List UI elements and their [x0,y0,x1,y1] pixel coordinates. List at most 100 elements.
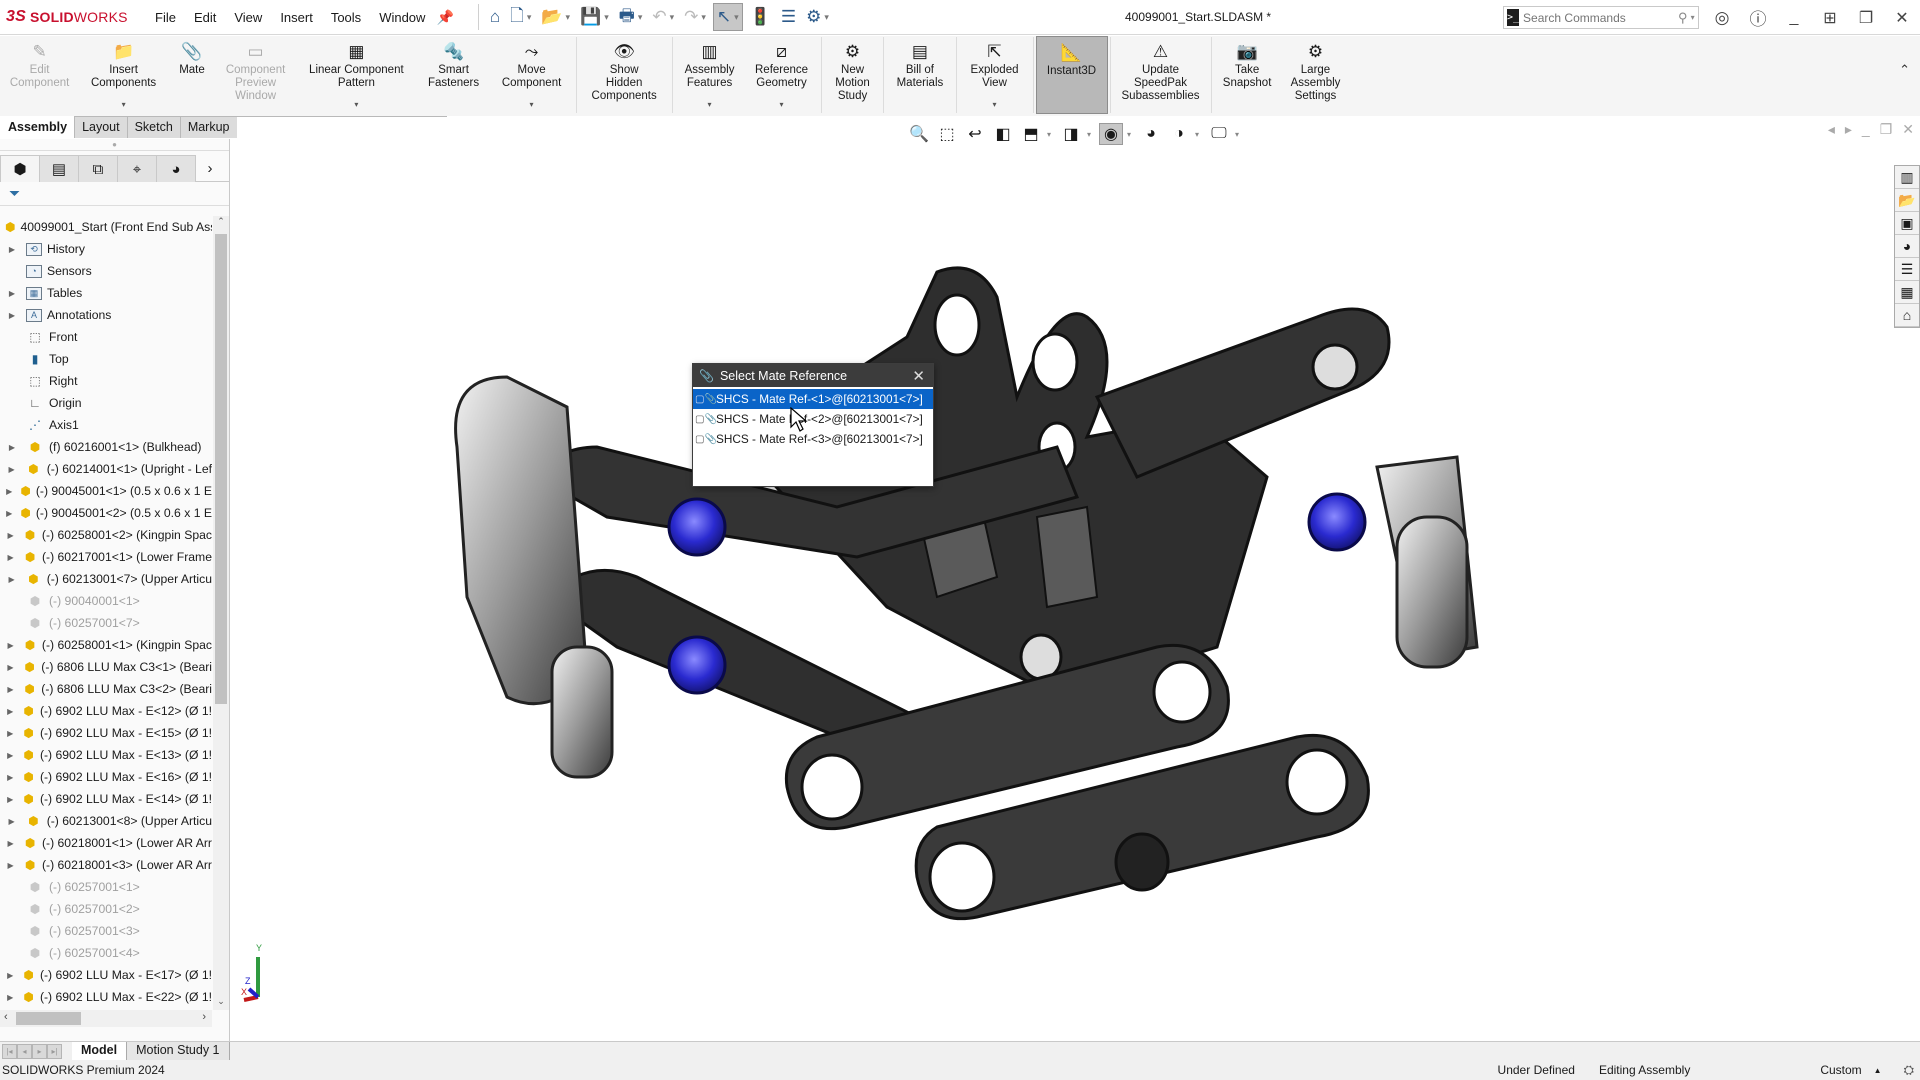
zoom-to-area-icon[interactable]: ⬚ [935,123,959,145]
help-icon[interactable]: ⓘ [1740,5,1776,30]
graphics-area[interactable]: 🔍 ⬚ ↩ ◧ ⬒ ▾ ◨ ▾ ◉ ▾ ◕ ◑ ▾ 🖵 ▾ ◂ ▸ _ ❐ ✕ ▥ 📂 ▣ ◕ ☰ ▦ ⌂ [237,117,1920,1041]
scroll-down-icon[interactable]: ⌄ [213,996,229,1010]
save-button[interactable]: 💾 ▾ [577,3,612,31]
edit-appearance-icon[interactable]: ◕ [1139,123,1163,145]
tree-item[interactable]: ⬢ (-) 60257001<3> [0,920,212,942]
previous-view-icon[interactable]: ↩ [963,123,987,145]
undo-button[interactable]: ↶ ▾ [649,3,677,31]
unit-system-dropdown-icon[interactable]: ▲ [1874,1066,1882,1075]
dropdown-arrow-icon[interactable]: ▾ [1195,130,1203,139]
linear-component-pattern-button[interactable]: ▦ Linear Component Pattern ▾ [295,36,417,114]
dropdown-arrow-icon[interactable]: ▾ [670,12,675,23]
tree-item[interactable]: ▶ ⬢ (-) 60214001<1> (Upright - Lef [0,458,212,480]
expand-arrow-icon[interactable]: ▶ [6,663,15,672]
file-explorer-icon[interactable]: ▣ [1895,212,1919,235]
smart-fasteners-button[interactable]: 🔩 Smart Fasteners [418,36,490,114]
tree-item[interactable]: ⬢ (-) 90040001<1> [0,590,212,612]
tree-item[interactable]: ▶ ⬢ (-) 6902 LLU Max - E<14> (Ø 1! [0,788,212,810]
tree-item[interactable]: ⬢ (-) 60257001<1> [0,876,212,898]
expand-arrow-icon[interactable]: ▶ [6,861,15,870]
panel-grip[interactable]: ● [0,139,229,151]
show-hidden-components-button[interactable]: 👁 Show Hidden Components [579,36,670,114]
dropdown-arrow-icon[interactable]: ▾ [638,12,643,23]
tree-item[interactable]: ▶ ⬢ (-) 6902 LLU Max - E<16> (Ø 1! [0,766,212,788]
scroll-thumb[interactable] [215,234,227,704]
exploded-view-button[interactable]: ⇱ Exploded View ▾ [959,36,1031,114]
tree-item[interactable]: ▶ ▦ Tables [0,282,212,304]
edit-component-button[interactable]: ✎ Edit Component [0,36,79,114]
expand-arrow-icon[interactable]: ▶ [6,993,14,1002]
tree-item[interactable]: ▶ ⬢ (-) 6902 LLU Max - E<17> (Ø 1! [0,964,212,986]
tree-item[interactable]: ▶ ⬢ (-) 60213001<8> (Upper Articu [0,810,212,832]
large-assembly-settings-button[interactable]: ⚙ Large Assembly Settings [1281,36,1351,114]
design-library-icon[interactable]: 📂 [1895,189,1919,212]
expand-arrow-icon[interactable]: ▶ [6,575,17,584]
dropdown-arrow-icon[interactable]: ▾ [1087,130,1095,139]
tree-item[interactable]: ⋰ Axis1 [0,414,212,436]
assembly-features-button[interactable]: ▥ Assembly Features ▾ [675,36,745,114]
pin-menu-icon[interactable]: 📌 [436,9,453,26]
unit-system[interactable]: Custom [1820,1063,1861,1077]
expand-arrow-icon[interactable]: ▶ [6,817,17,826]
displaymanager-tab[interactable]: ◕ [156,155,196,182]
prev-tab-icon[interactable]: ◂ [17,1043,32,1059]
bill-of-materials-button[interactable]: ▤ Bill of Materials [886,36,953,114]
minimize-button[interactable]: _ [1776,9,1812,27]
tree-item[interactable]: ⬚ Right [0,370,212,392]
last-tab-icon[interactable]: ▸| [47,1043,62,1059]
menu-view[interactable]: View [225,0,271,35]
tree-item[interactable]: ▶ ⬢ (-) 6902 LLU Max - E<13> (Ø 1! [0,744,212,766]
tree-item[interactable]: ▶ ⬢ (-) 6806 LLU Max C3<2> (Beari [0,678,212,700]
redo-button[interactable]: ↷ ▾ [681,3,709,31]
expand-arrow-icon[interactable]: ▶ [6,465,17,474]
dropdown-arrow-icon[interactable]: ▾ [354,98,358,114]
instant3d-button[interactable]: 📐 Instant3D [1035,36,1108,114]
tree-item[interactable]: ▶ ⬢ (-) 90045001<1> (0.5 x 0.6 x 1 E [0,480,212,502]
tile-windows-button[interactable]: ⊞ [1812,8,1848,28]
assembly-model-render[interactable] [437,177,1557,997]
dropdown-arrow-icon[interactable]: ▾ [527,12,532,23]
next-pane-icon[interactable]: ▸ [1845,121,1852,138]
mate-reference-item[interactable]: ▢📎 SHCS - Mate Ref-<3>@[60213001<7>] [693,429,933,449]
options-button[interactable]: ⚙ ▾ [803,3,832,31]
tree-item[interactable]: ⬚ Front [0,326,212,348]
dropdown-arrow-icon[interactable]: ▾ [780,98,784,114]
dropdown-arrow-icon[interactable]: ▾ [734,12,739,23]
next-tab-icon[interactable]: ▸ [32,1043,47,1059]
first-tab-icon[interactable]: |◂ [2,1043,17,1059]
expand-arrow-icon[interactable]: ▶ [6,311,18,320]
new-document-button[interactable]: 🗋 ▾ [507,3,534,31]
previous-pane-icon[interactable]: ◂ [1828,121,1835,138]
tree-item[interactable]: ⬢ (-) 60257001<7> [0,612,212,634]
tab-motion-study-1[interactable]: Motion Study 1 [127,1042,230,1060]
tree-item[interactable]: ▶ ⬢ (-) 60218001<1> (Lower AR Arr [0,832,212,854]
tree-item[interactable]: ▶ ⬢ (-) 6902 LLU Max - E<15> (Ø 1! [0,722,212,744]
expand-arrow-icon[interactable]: ▶ [6,707,14,716]
panel-splitter[interactable] [230,560,236,600]
tab-sketch[interactable]: Sketch [126,116,181,138]
move-component-button[interactable]: ⤳ Move Component ▾ [490,36,574,114]
custom-properties-icon[interactable]: ☰ [1895,258,1919,281]
search-dropdown-icon[interactable]: ▾ [1691,13,1695,22]
mate-reference-item[interactable]: ▢📎 SHCS - Mate Ref-<1>@[60213001<7>] [693,389,933,409]
menu-file[interactable]: File [146,0,185,35]
dropdown-arrow-icon[interactable]: ▾ [708,98,712,114]
dropdown-arrow-icon[interactable]: ▾ [993,98,997,114]
close-viewport-icon[interactable]: ✕ [1902,121,1914,138]
collapse-command-manager-icon[interactable]: ⌃ [1899,62,1910,78]
tree-vertical-scrollbar[interactable]: ⌃ ⌄ [213,216,229,1010]
expand-arrow-icon[interactable]: ▶ [6,971,14,980]
dropdown-arrow-icon[interactable]: ▾ [1235,130,1243,139]
dropdown-arrow-icon[interactable]: ▾ [824,12,829,23]
dimxpertmanager-tab[interactable]: ⌖ [117,155,157,182]
tree-item[interactable]: ▶ ⬢ (-) 6902 LLU Max - E<12> (Ø 1! [0,700,212,722]
menu-insert[interactable]: Insert [271,0,322,35]
dropdown-arrow-icon[interactable]: ▾ [1047,130,1055,139]
expand-arrow-icon[interactable]: ▶ [6,245,18,254]
print-button[interactable]: 🖶 ▾ [616,3,646,31]
tab-layout[interactable]: Layout [74,116,128,138]
new-motion-study-button[interactable]: ⚙ New Motion Study [824,36,882,114]
file-properties-button[interactable]: ☰ [778,3,799,31]
update-speedpak-button[interactable]: ⚠ Update SpeedPak Subassemblies [1113,36,1209,114]
tree-item[interactable]: ◔ Sensors [0,260,212,282]
